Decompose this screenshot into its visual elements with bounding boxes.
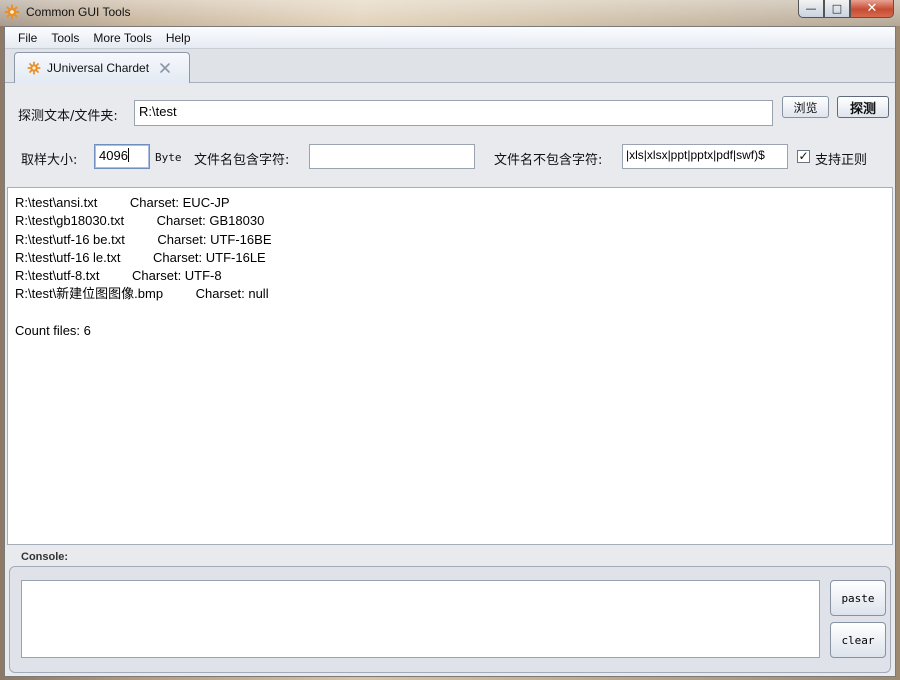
result-path: R:\test\utf-16 be.txt bbox=[15, 231, 125, 247]
detect-button[interactable]: 探测 bbox=[837, 96, 889, 118]
menu-bar: File Tools More Tools Help bbox=[5, 27, 895, 49]
result-charset: Charset: UTF-16BE bbox=[157, 231, 272, 247]
clear-button[interactable]: clear bbox=[830, 622, 886, 658]
sample-unit-label: Byte bbox=[155, 151, 182, 164]
include-chars-input[interactable] bbox=[309, 144, 475, 169]
gear-app-icon bbox=[4, 4, 20, 20]
tab-label: JUniversal Chardet bbox=[47, 61, 150, 75]
window-controls: — □ ✕ bbox=[798, 0, 894, 18]
window-titlebar[interactable]: Common GUI Tools — □ ✕ bbox=[0, 0, 900, 26]
result-path: R:\test\gb18030.txt bbox=[15, 213, 125, 229]
close-button[interactable]: ✕ bbox=[850, 0, 894, 18]
path-input[interactable]: R:\test bbox=[134, 100, 773, 126]
result-path: R:\test\ansi.txt bbox=[15, 195, 98, 210]
result-row: R:\test\utf-8.txt Charset: UTF-8 bbox=[15, 267, 885, 285]
sample-size-input[interactable]: 4096 bbox=[94, 144, 150, 169]
include-chars-label: 文件名包含字符: bbox=[194, 153, 290, 168]
result-summary: Count files: 6 bbox=[15, 323, 91, 339]
minimize-button[interactable]: — bbox=[798, 0, 824, 18]
browse-button[interactable]: 浏览 bbox=[782, 96, 829, 118]
tab-juniversal-chardet[interactable]: JUniversal Chardet bbox=[14, 52, 190, 83]
result-row: R:\test\utf-16 le.txt Charset: UTF-16LE bbox=[15, 249, 885, 267]
maximize-button[interactable]: □ bbox=[824, 0, 850, 18]
console-label: Console: bbox=[21, 551, 69, 563]
menu-help[interactable]: Help bbox=[159, 31, 198, 45]
console-textarea[interactable] bbox=[21, 580, 820, 658]
results-textarea[interactable]: R:\test\ansi.txt Charset: EUC-JP R:\test… bbox=[7, 187, 893, 545]
result-spacer bbox=[15, 304, 885, 322]
result-charset: Charset: UTF-16LE bbox=[153, 249, 266, 265]
result-path: R:\test\utf-8.txt bbox=[15, 268, 100, 284]
menu-more-tools[interactable]: More Tools bbox=[86, 31, 158, 45]
console-panel: paste clear bbox=[9, 566, 891, 673]
app-window: File Tools More Tools Help JUniversal Ch… bbox=[4, 26, 896, 677]
sample-size-label: 取样大小: bbox=[21, 153, 78, 168]
regex-checkbox[interactable]: ✓ bbox=[797, 150, 810, 163]
result-charset: Charset: EUC-JP bbox=[129, 195, 230, 210]
paste-button[interactable]: paste bbox=[830, 580, 886, 616]
path-label: 探测文本/文件夹: bbox=[18, 109, 118, 124]
exclude-chars-input[interactable]: |xls|xlsx|ppt|pptx|pdf|swf)$ bbox=[622, 144, 788, 169]
result-row: R:\test\gb18030.txt Charset: GB18030 bbox=[15, 212, 885, 230]
menu-file[interactable]: File bbox=[11, 31, 44, 45]
result-row: R:\test\新建位图图像.bmp Charset: null bbox=[15, 285, 885, 303]
regex-label: 支持正则 bbox=[815, 153, 868, 168]
gear-icon bbox=[27, 61, 41, 75]
chardet-panel: 探测文本/文件夹: R:\test 浏览 探测 取样大小: 4096 Byte … bbox=[5, 83, 895, 676]
result-path: R:\test\utf-16 le.txt bbox=[15, 249, 121, 265]
result-charset: Charset: UTF-8 bbox=[132, 268, 222, 284]
result-row: R:\test\utf-16 be.txt Charset: UTF-16BE bbox=[15, 231, 885, 249]
menu-tools[interactable]: Tools bbox=[44, 31, 86, 45]
result-path: R:\test\新建位图图像.bmp bbox=[15, 286, 164, 302]
exclude-chars-label: 文件名不包含字符: bbox=[494, 153, 603, 168]
text-caret bbox=[127, 148, 129, 162]
close-tab-icon[interactable] bbox=[159, 62, 171, 74]
result-row: R:\test\ansi.txt Charset: EUC-JP bbox=[15, 194, 885, 212]
result-charset: Charset: null bbox=[195, 286, 269, 302]
sample-size-value: 4096 bbox=[99, 148, 128, 163]
window-title: Common GUI Tools bbox=[26, 5, 131, 19]
result-charset: Charset: GB18030 bbox=[156, 213, 265, 229]
tab-bar: JUniversal Chardet bbox=[5, 49, 895, 83]
